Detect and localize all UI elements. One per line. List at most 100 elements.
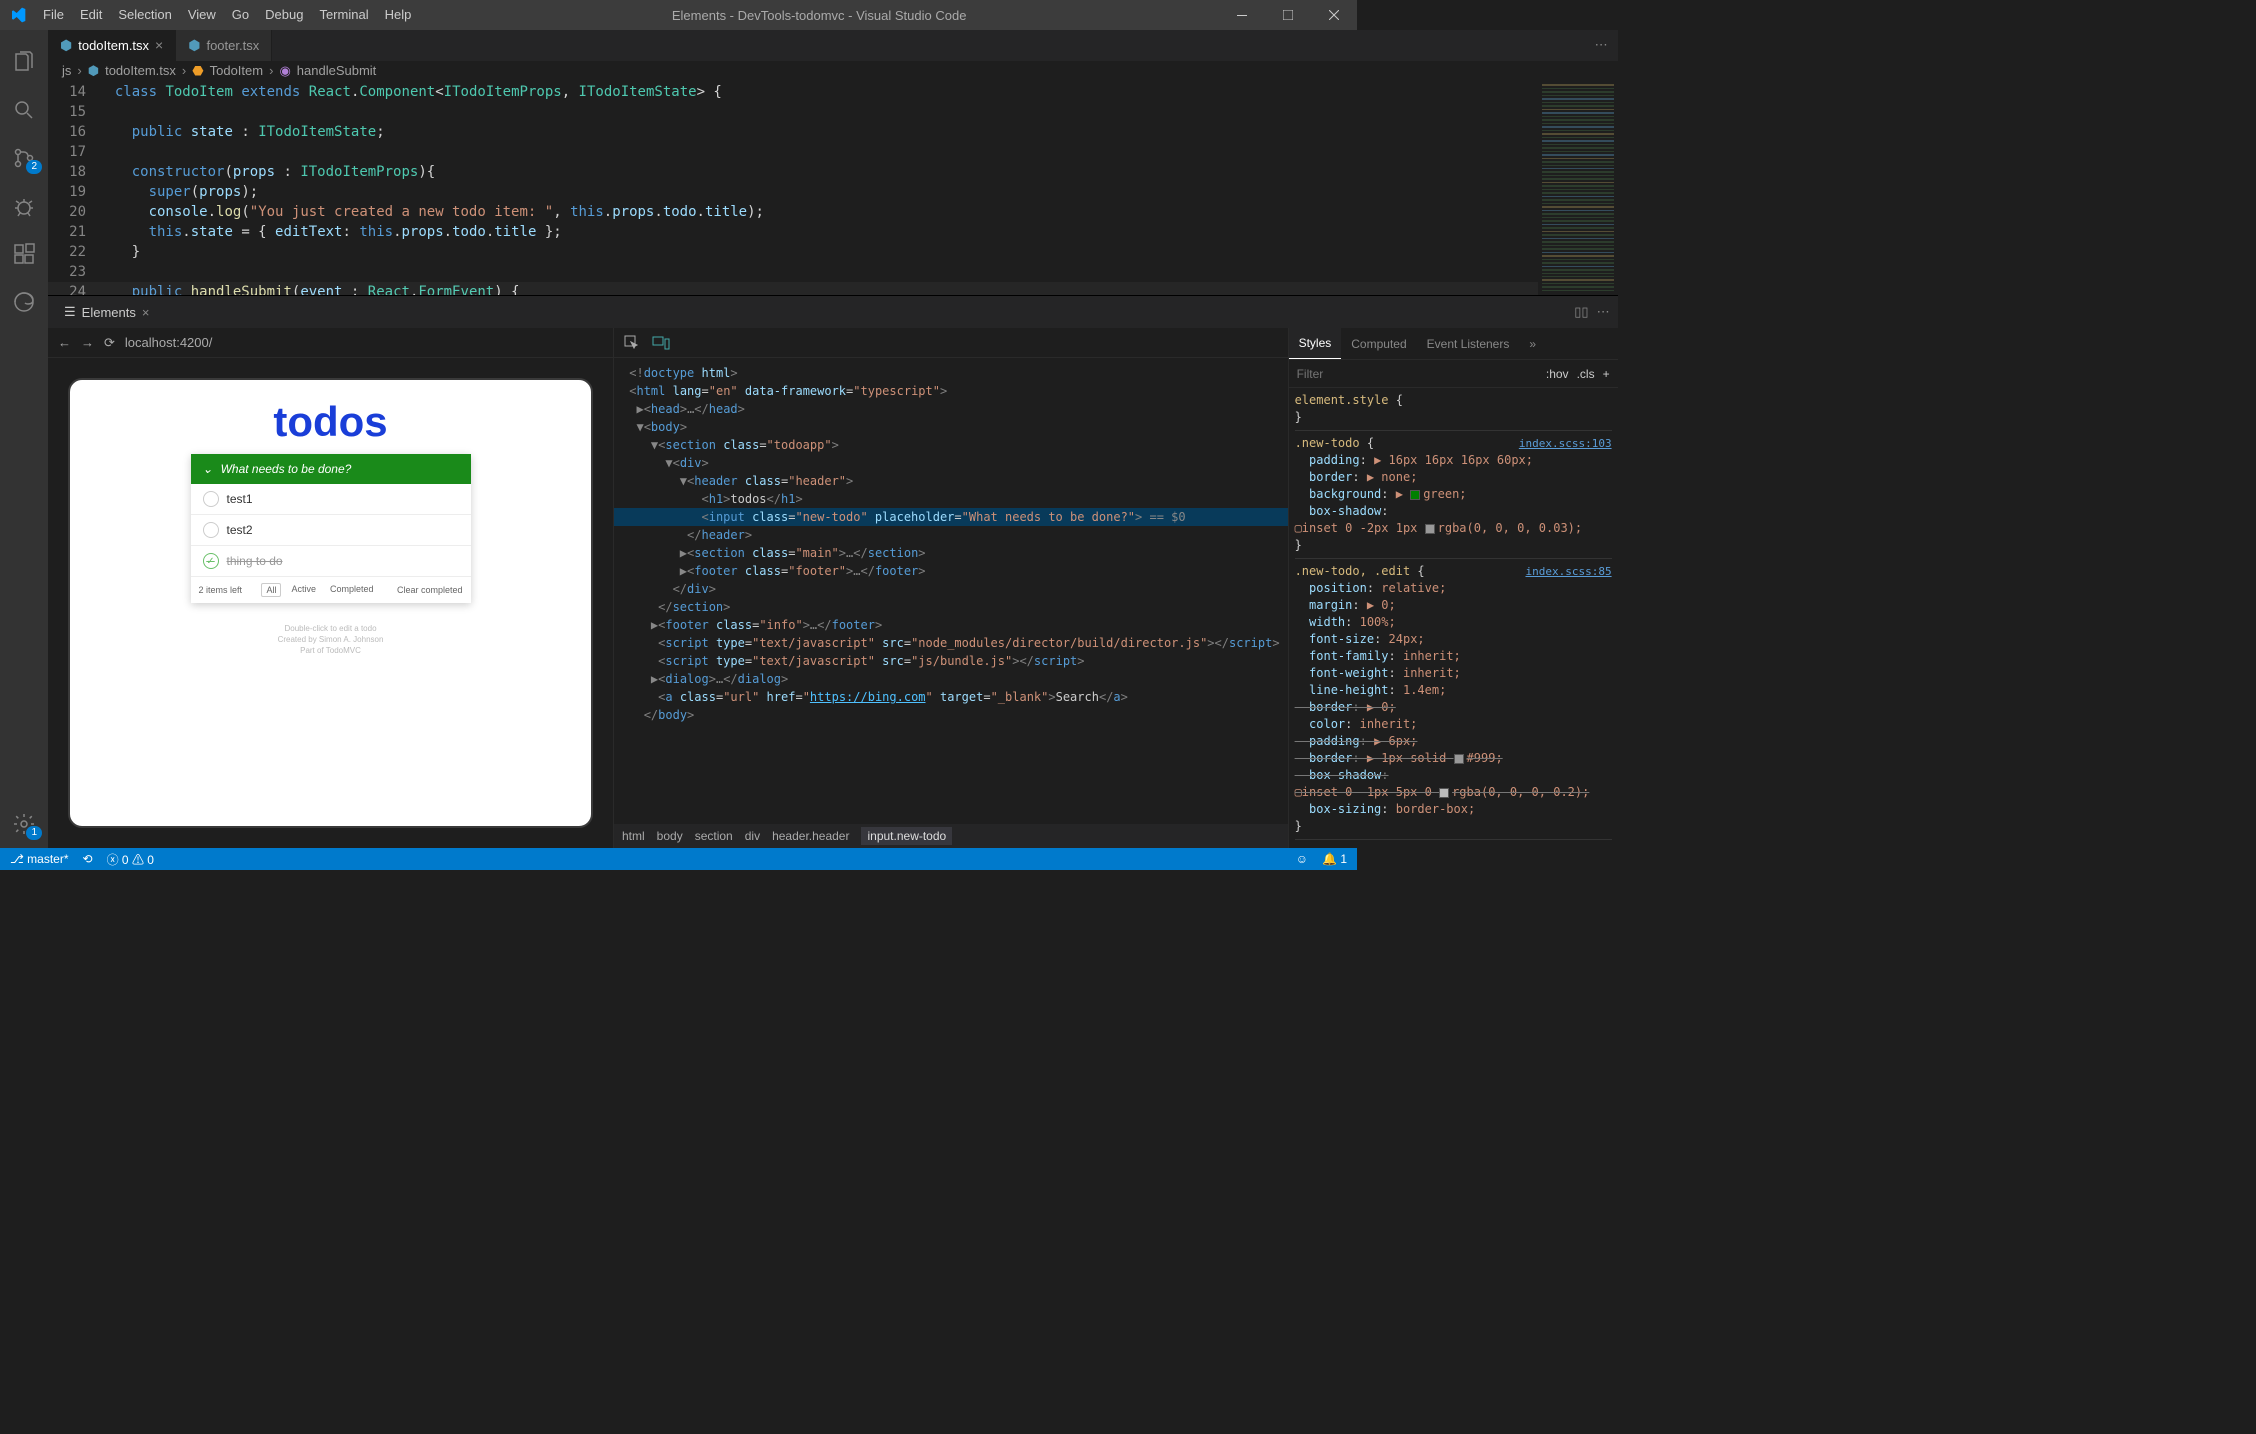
menu-file[interactable]: File — [35, 0, 72, 30]
add-rule-icon[interactable]: + — [1603, 367, 1610, 381]
dom-breadcrumbs[interactable]: html body section div header.header input.new… — [614, 824, 1288, 848]
dom-node[interactable]: <html lang="en" data-framework="typescri… — [614, 382, 1288, 400]
panel-tab-label: Elements — [82, 305, 136, 320]
minimize-button[interactable] — [1219, 0, 1265, 30]
split-editor-icon[interactable]: ▯▯ — [1574, 304, 1588, 320]
todo-item[interactable]: test2 — [191, 515, 471, 546]
file-icon: ⬢ — [88, 63, 99, 79]
dom-node[interactable]: <script type="text/javascript" src="js/b… — [614, 652, 1288, 670]
preview-toolbar: ← → ⟳ localhost:4200/ — [48, 328, 613, 358]
reload-button[interactable]: ⟳ — [104, 335, 115, 351]
menu-go[interactable]: Go — [224, 0, 257, 30]
editor-tabs: ⬢todoItem.tsx×⬢footer.tsx ⋯ — [48, 30, 1618, 61]
styles-rules[interactable]: element.style {}.new-todo {index.scss:10… — [1289, 388, 1618, 848]
styles-filter-input[interactable] — [1297, 367, 1538, 381]
dom-node[interactable]: ▶<head>…</head> — [614, 400, 1288, 418]
dom-node[interactable]: </body> — [614, 706, 1288, 724]
dom-node[interactable]: ▼<div> — [614, 454, 1288, 472]
todo-checkbox[interactable] — [203, 491, 219, 507]
filter-all[interactable]: All — [261, 583, 281, 597]
more-icon[interactable]: ⋯ — [1595, 37, 1608, 53]
todo-input[interactable]: ⌄ What needs to be done? — [191, 454, 471, 484]
todo-item[interactable]: test1 — [191, 484, 471, 515]
url-text[interactable]: localhost:4200/ — [125, 335, 212, 350]
crumb-div[interactable]: div — [745, 829, 760, 843]
menu-edit[interactable]: Edit — [72, 0, 110, 30]
dom-node[interactable]: <input class="new-todo" placeholder="Wha… — [614, 508, 1288, 526]
crumb-header.header[interactable]: header.header — [772, 829, 849, 843]
notifications-icon[interactable]: 🔔 1 — [1322, 852, 1347, 866]
hov-toggle[interactable]: :hov — [1546, 367, 1569, 381]
back-button[interactable]: ← — [58, 335, 71, 350]
todo-item[interactable]: ✓thing to do — [191, 546, 471, 577]
styles-filter-row: :hov .cls + — [1289, 360, 1618, 388]
crumb-input.new-todo[interactable]: input.new-todo — [861, 827, 952, 845]
clear-completed[interactable]: Clear completed — [397, 585, 463, 595]
filter-active[interactable]: Active — [287, 583, 320, 597]
todo-footer: 2 items left AllActiveCompleted Clear co… — [191, 577, 471, 603]
dom-node[interactable]: ▶<footer class="info">…</footer> — [614, 616, 1288, 634]
dom-node[interactable]: ▼<body> — [614, 418, 1288, 436]
filter-completed[interactable]: Completed — [326, 583, 378, 597]
chevron-down-icon[interactable]: ⌄ — [203, 462, 213, 476]
close-icon[interactable]: × — [142, 305, 150, 320]
debug-icon[interactable] — [0, 182, 48, 230]
forward-button[interactable]: → — [81, 335, 94, 350]
source-control-icon[interactable]: 2 — [0, 134, 48, 182]
dom-node[interactable]: <a class="url" href="https://bing.com" t… — [614, 688, 1288, 706]
dom-node[interactable]: ▶<footer class="footer">…</footer> — [614, 562, 1288, 580]
menubar: FileEditSelectionViewGoDebugTerminalHelp — [35, 0, 419, 30]
extensions-icon[interactable] — [0, 230, 48, 278]
code-editor[interactable]: 14 15 16 17 18 19 20 21 22 23 24 25 clas… — [48, 80, 1618, 295]
styles-tab-styles[interactable]: Styles — [1289, 328, 1342, 359]
menu-debug[interactable]: Debug — [257, 0, 311, 30]
todo-checkbox[interactable]: ✓ — [203, 553, 219, 569]
settings-gear-icon[interactable]: 1 — [0, 800, 48, 848]
dom-node[interactable]: <script type="text/javascript" src="node… — [614, 634, 1288, 652]
branch-indicator[interactable]: ⎇ master* — [10, 852, 69, 866]
close-button[interactable] — [1311, 0, 1357, 30]
dom-tree[interactable]: <!doctype html> <html lang="en" data-fra… — [614, 358, 1288, 824]
source-link[interactable]: index.scss:85 — [1525, 563, 1611, 580]
todo-checkbox[interactable] — [203, 522, 219, 538]
dom-node[interactable]: </header> — [614, 526, 1288, 544]
styles-pane: StylesComputedEvent Listeners» :hov .cls… — [1288, 328, 1618, 848]
close-icon[interactable]: × — [155, 37, 163, 53]
maximize-button[interactable] — [1265, 0, 1311, 30]
menu-selection[interactable]: Selection — [110, 0, 179, 30]
more-icon[interactable]: ⋯ — [1597, 304, 1610, 320]
tab-todoItem.tsx[interactable]: ⬢todoItem.tsx× — [48, 30, 176, 61]
sync-icon[interactable]: ⟲ — [83, 852, 93, 866]
styles-tab-computed[interactable]: Computed — [1341, 328, 1416, 359]
tab-footer.tsx[interactable]: ⬢footer.tsx — [176, 30, 272, 61]
minimap[interactable] — [1538, 80, 1618, 295]
source-link[interactable]: index.scss:103 — [1519, 435, 1612, 452]
dom-node[interactable]: </section> — [614, 598, 1288, 616]
edge-icon[interactable] — [0, 278, 48, 326]
menu-terminal[interactable]: Terminal — [311, 0, 376, 30]
dom-node[interactable]: ▼<header class="header"> — [614, 472, 1288, 490]
dom-node[interactable]: ▶<dialog>…</dialog> — [614, 670, 1288, 688]
feedback-icon[interactable]: ☺ — [1296, 852, 1308, 866]
dom-node[interactable]: <!doctype html> — [614, 364, 1288, 382]
panel-tab-elements[interactable]: ☰ Elements × — [56, 296, 157, 328]
more-tabs-icon[interactable]: » — [1519, 328, 1546, 359]
crumb-section[interactable]: section — [695, 829, 733, 843]
dom-node[interactable]: ▶<section class="main">…</section> — [614, 544, 1288, 562]
menu-help[interactable]: Help — [377, 0, 420, 30]
code-content[interactable]: class TodoItem extends React.Component<I… — [98, 80, 1538, 295]
explorer-icon[interactable] — [0, 38, 48, 86]
search-icon[interactable] — [0, 86, 48, 134]
inspect-icon[interactable] — [624, 335, 640, 351]
breadcrumb[interactable]: js › ⬢ todoItem.tsx › ⬣ TodoItem › ◉ han… — [48, 61, 1618, 80]
styles-tab-event-listeners[interactable]: Event Listeners — [1417, 328, 1520, 359]
cls-toggle[interactable]: .cls — [1577, 367, 1595, 381]
dom-node[interactable]: </div> — [614, 580, 1288, 598]
crumb-body[interactable]: body — [657, 829, 683, 843]
dom-node[interactable]: ▼<section class="todoapp"> — [614, 436, 1288, 454]
dom-node[interactable]: <h1>todos</h1> — [614, 490, 1288, 508]
device-icon[interactable] — [652, 336, 670, 350]
problems-indicator[interactable]: ⓧ 0 ⚠ 0 — [107, 851, 154, 868]
menu-view[interactable]: View — [180, 0, 224, 30]
crumb-html[interactable]: html — [622, 829, 645, 843]
